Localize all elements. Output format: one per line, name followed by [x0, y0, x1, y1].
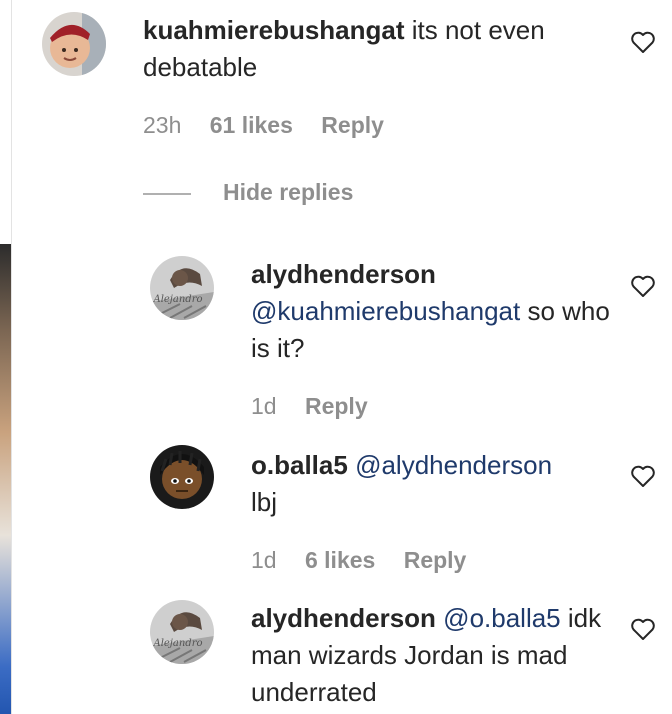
comment-username[interactable]: o.balla5: [251, 450, 348, 480]
reply-button[interactable]: Reply: [321, 112, 384, 138]
comment-time: 1d: [251, 547, 277, 573]
comment-likes[interactable]: 61 likes: [210, 112, 293, 138]
comment-body: alydhenderson @kuahmierebushangat so who…: [251, 256, 611, 367]
comment-username[interactable]: alydhenderson: [251, 259, 436, 289]
comment-meta: 1d Reply: [251, 393, 390, 420]
post-photo-sliver: [0, 244, 11, 714]
avatar-photo-alydhenderson: Alejandro: [150, 600, 214, 664]
comment-body: alydhenderson @o.balla5 idk man wizards …: [251, 600, 611, 711]
comment-body: kuahmierebushangat its not even debatabl…: [143, 12, 603, 86]
avatar[interactable]: [150, 445, 214, 509]
background-post-image-edge: [0, 0, 12, 714]
like-heart-icon[interactable]: [630, 617, 656, 641]
avatar-logo-text: Alejandro: [152, 294, 202, 305]
comment-text: lbj: [251, 487, 278, 517]
reply-button[interactable]: Reply: [404, 547, 467, 573]
hide-replies-divider: [143, 193, 191, 195]
comment-mention[interactable]: @alydhenderson: [355, 450, 552, 480]
avatar-logo-text: Alejandro: [152, 638, 202, 649]
comment-meta: 23h 61 likes Reply: [143, 112, 406, 139]
avatar[interactable]: [42, 12, 106, 76]
comment-username[interactable]: alydhenderson: [251, 603, 436, 633]
comment-time: 23h: [143, 112, 182, 138]
comment-username[interactable]: kuahmierebushangat: [143, 15, 405, 45]
avatar[interactable]: Alejandro: [150, 600, 214, 664]
comment-mention[interactable]: @kuahmierebushangat: [251, 296, 520, 326]
hide-replies-button[interactable]: Hide replies: [223, 179, 353, 206]
comment-likes[interactable]: 6 likes: [305, 547, 375, 573]
comment-time: 1d: [251, 393, 277, 419]
reply-button[interactable]: Reply: [305, 393, 368, 419]
avatar-photo-o-balla5: [150, 445, 214, 509]
like-heart-icon[interactable]: [630, 30, 656, 54]
comment-body: o.balla5 @alydhenderson lbj: [251, 447, 611, 521]
like-heart-icon[interactable]: [630, 274, 656, 298]
avatar[interactable]: Alejandro: [150, 256, 214, 320]
avatar-photo-alydhenderson: Alejandro: [150, 256, 214, 320]
comment-meta: 1d 6 likes Reply: [251, 547, 488, 574]
like-heart-icon[interactable]: [630, 464, 656, 488]
avatar-photo-kuahmierebushangat: [42, 12, 106, 76]
comment-mention[interactable]: @o.balla5: [443, 603, 560, 633]
